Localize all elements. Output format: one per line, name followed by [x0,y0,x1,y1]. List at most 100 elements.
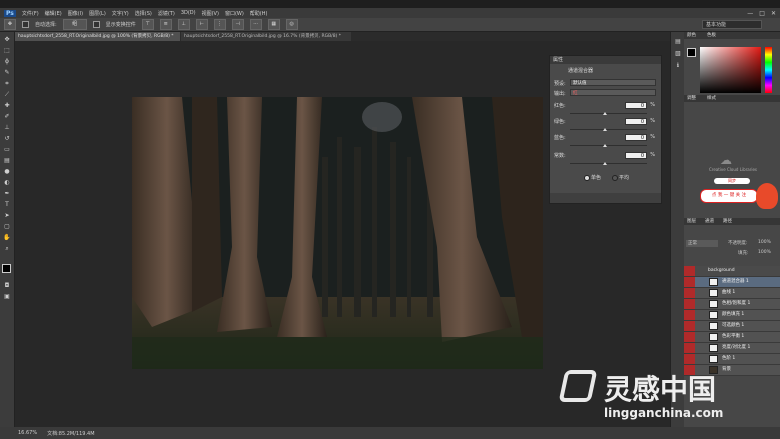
menu-filter[interactable]: 滤镜(T) [158,10,175,17]
distribute-icon[interactable]: ⋯ [249,19,262,30]
quick-select-icon[interactable]: ✎ [3,69,11,77]
dodge-icon[interactable]: ◐ [3,179,11,187]
menu-edit[interactable]: 编辑(E) [45,10,62,17]
layer-row[interactable]: 色相/饱和度 1 [684,299,780,310]
layer-row[interactable]: 色彩平衡 1 [684,332,780,343]
eraser-icon[interactable]: ▭ [3,146,11,154]
output-channel-dropdown[interactable]: 红 [570,89,656,96]
show-transform-checkbox[interactable] [92,21,100,28]
align-left-icon[interactable]: ⊢ [195,19,208,30]
eye-icon[interactable] [684,321,695,331]
blend-mode-select[interactable]: 正常 [686,240,718,247]
average-radio[interactable] [612,175,618,181]
eye-icon[interactable] [684,266,695,276]
red-slider-thumb[interactable] [603,112,607,115]
opacity-value[interactable]: 100% [758,240,771,245]
tab-document-2[interactable]: hauptsichtsdorf_2558_RT.Originalbild.jpg… [181,32,351,41]
layer-row[interactable]: 颜色填充 1 [684,310,780,321]
layer-row[interactable]: 可选颜色 1 [684,321,780,332]
blur-icon[interactable]: ● [3,168,11,176]
cloud-sync-button[interactable]: 同步 [714,178,750,184]
gradient-icon[interactable]: ▤ [3,157,11,165]
auto-select-dropdown[interactable]: 组 [62,19,87,30]
layer-row[interactable]: 亮度/对比度 1 [684,343,780,354]
tab-color[interactable]: 颜色 [684,32,699,39]
menu-window[interactable]: 窗口(W) [225,10,244,17]
layer-group-row[interactable]: background [684,266,780,277]
tab-swatches[interactable]: 色板 [704,32,719,39]
menu-layer[interactable]: 图层(L) [89,10,106,17]
type-icon[interactable]: T [3,201,11,209]
constant-slider[interactable] [570,163,647,164]
eye-icon[interactable] [684,332,695,342]
preset-dropdown[interactable]: 默认值 [570,79,656,86]
menu-3d[interactable]: 3D(D) [181,10,196,16]
eye-icon[interactable] [684,277,695,287]
path-select-icon[interactable]: ➤ [3,212,11,220]
pen-icon[interactable]: ✒ [3,190,11,198]
monochrome-radio[interactable] [584,175,590,181]
menu-view[interactable]: 视图(V) [202,10,219,17]
tab-styles[interactable]: 样式 [704,95,719,102]
maximize-button[interactable]: □ [759,10,765,17]
eye-icon[interactable] [684,310,695,320]
layer-row[interactable]: 色阶 1 [684,354,780,365]
align-middle-icon[interactable]: ≡ [159,19,172,30]
menu-file[interactable]: 文件(F) [22,10,39,17]
forest-photo[interactable] [132,97,543,369]
layer-row[interactable]: 通道混合器 1 [684,277,780,288]
green-slider-thumb[interactable] [603,128,607,131]
marquee-icon[interactable]: ⬚ [3,47,11,55]
screen-mode-icon[interactable]: ▣ [3,293,11,301]
menu-help[interactable]: 帮助(H) [250,10,268,17]
tab-paths[interactable]: 路径 [720,218,735,225]
blue-slider-thumb[interactable] [603,144,607,147]
lasso-icon[interactable]: ϕ [3,58,11,66]
tab-channels[interactable]: 通道 [702,218,717,225]
follow-button[interactable]: 点 我 一 键 关 注 [700,189,758,203]
blue-value[interactable]: 0 [625,134,647,141]
eye-icon[interactable] [684,299,695,309]
menu-image[interactable]: 图像(I) [68,10,83,17]
layer-row[interactable]: 曲线 1 [684,288,780,299]
healing-icon[interactable]: ✚ [3,102,11,110]
menu-type[interactable]: 文字(Y) [112,10,129,17]
blue-slider[interactable] [570,145,647,146]
info-icon[interactable]: ℹ [674,62,682,70]
history-brush-icon[interactable]: ↺ [3,135,11,143]
align-bottom-icon[interactable]: ⊥ [177,19,190,30]
zoom-level[interactable]: 16.67% [18,430,37,436]
auto-align-icon[interactable]: ▦ [267,19,280,30]
zoom-icon[interactable]: ⌕ [3,245,11,253]
red-slider[interactable] [570,113,647,114]
green-value[interactable]: 0 [625,118,647,125]
eye-icon[interactable] [684,288,695,298]
history-icon[interactable]: ▤ [674,38,682,46]
align-center-icon[interactable]: ⋮ [213,19,226,30]
eye-icon[interactable] [684,354,695,364]
properties-icon[interactable]: ▧ [674,50,682,58]
auto-select-checkbox[interactable] [22,21,29,28]
eyedropper-icon[interactable]: ⟋ [3,91,11,99]
constant-slider-thumb[interactable] [603,162,607,165]
green-slider[interactable] [570,129,647,130]
shape-icon[interactable]: ▢ [3,223,11,231]
move-icon[interactable]: ✥ [3,36,11,44]
menu-select[interactable]: 选择(S) [135,10,152,17]
brush-icon[interactable]: ✐ [3,113,11,121]
3d-mode-icon[interactable]: ◎ [285,19,298,30]
crop-icon[interactable]: ⌗ [3,80,11,88]
red-value[interactable]: 0 [625,102,647,109]
align-top-icon[interactable]: ⊤ [141,19,154,30]
minimize-button[interactable]: — [747,10,753,17]
stamp-icon[interactable]: ⊥ [3,124,11,132]
foreground-color-swatch[interactable] [2,264,11,273]
tab-layers[interactable]: 图层 [684,218,699,225]
color-fg-swatch[interactable] [687,48,696,57]
tab-adjustments[interactable]: 调整 [684,95,699,102]
quick-mask-icon[interactable]: ◘ [3,282,11,290]
move-tool-icon[interactable]: ✥ [4,19,16,30]
eye-icon[interactable] [684,343,695,353]
fill-value[interactable]: 100% [758,250,771,255]
hue-slider[interactable] [765,47,772,93]
